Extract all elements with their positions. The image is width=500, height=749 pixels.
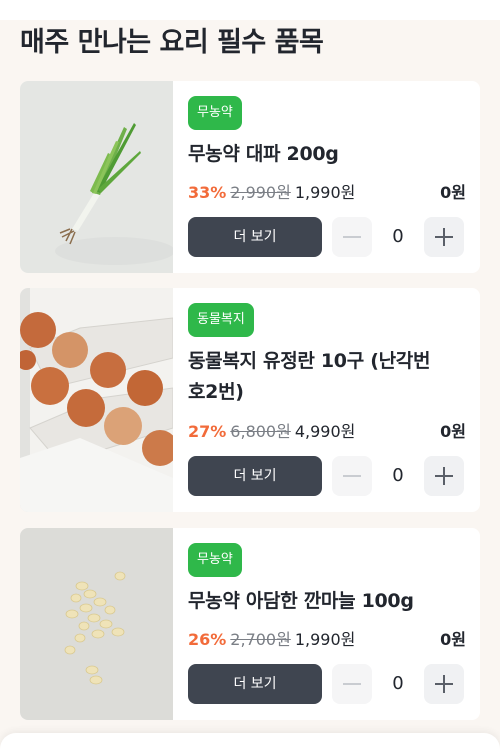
sale-price: 4,990원: [294, 422, 356, 441]
product-card[interactable]: 동물복지 동물복지 유정란 10구 (난각번 호2번) 27% 6,800원 4,9…: [20, 288, 480, 512]
discount-rate: 27%: [188, 422, 227, 441]
item-total: 0원: [440, 183, 466, 202]
badge-no-pesticide: 무농약: [188, 543, 242, 577]
more-button[interactable]: 더 보기: [188, 217, 322, 257]
product-name-line1[interactable]: 동물복지 유정란 10구 (난각번: [188, 344, 468, 378]
top-bar: [0, 0, 500, 20]
discount-rate: 33%: [188, 183, 227, 202]
decrease-button[interactable]: [332, 664, 372, 704]
price-row: 26% 2,700원 1,990원 0원: [188, 628, 466, 652]
item-total: 0원: [440, 630, 466, 649]
control-row: 더 보기 0: [188, 456, 466, 496]
sale-price: 1,990원: [294, 630, 356, 649]
badge-no-pesticide: 무농약: [188, 96, 242, 130]
minus-icon: [343, 475, 361, 477]
item-total: 0원: [440, 422, 466, 441]
original-price: 2,700원: [230, 630, 291, 649]
price-row: 33% 2,990원 1,990원 0원: [188, 181, 466, 205]
green-onion-image[interactable]: [20, 81, 173, 273]
increase-button[interactable]: [424, 217, 464, 257]
control-row: 더 보기 0: [188, 217, 466, 257]
control-row: 더 보기 0: [188, 664, 466, 704]
quantity-value: 0: [392, 465, 404, 486]
increase-button[interactable]: [424, 456, 464, 496]
discount-rate: 26%: [188, 630, 227, 649]
peeled-garlic-image[interactable]: [20, 528, 173, 720]
quantity-value: 0: [392, 673, 404, 694]
original-price: 2,990원: [230, 183, 291, 202]
product-card[interactable]: 무농약 무농약 아담한 깐마늘 100g 26% 2,700원 1,990원 0원 …: [20, 528, 480, 720]
price-row: 27% 6,800원 4,990원 0원: [188, 420, 466, 444]
increase-button[interactable]: [424, 664, 464, 704]
product-card[interactable]: 무농약 무농약 대파 200g 33% 2,990원 1,990원 0원 더 보기 …: [20, 81, 480, 273]
more-button[interactable]: 더 보기: [188, 456, 322, 496]
badge-animal-welfare: 동물복지: [188, 303, 254, 337]
bottom-sheet: [0, 733, 500, 749]
product-name[interactable]: 무농약 아담한 깐마늘 100g: [188, 584, 468, 618]
minus-icon: [343, 236, 361, 238]
sale-price: 1,990원: [294, 183, 356, 202]
minus-icon: [343, 683, 361, 685]
decrease-button[interactable]: [332, 456, 372, 496]
original-price: 6,800원: [230, 422, 291, 441]
product-name-line2[interactable]: 호2번): [188, 375, 468, 409]
more-button[interactable]: 더 보기: [188, 664, 322, 704]
decrease-button[interactable]: [332, 217, 372, 257]
product-name[interactable]: 무농약 대파 200g: [188, 137, 468, 171]
eggs-carton-image[interactable]: [20, 288, 173, 512]
section-title: 매주 만나는 요리 필수 품목: [20, 27, 324, 58]
quantity-value: 0: [392, 226, 404, 247]
